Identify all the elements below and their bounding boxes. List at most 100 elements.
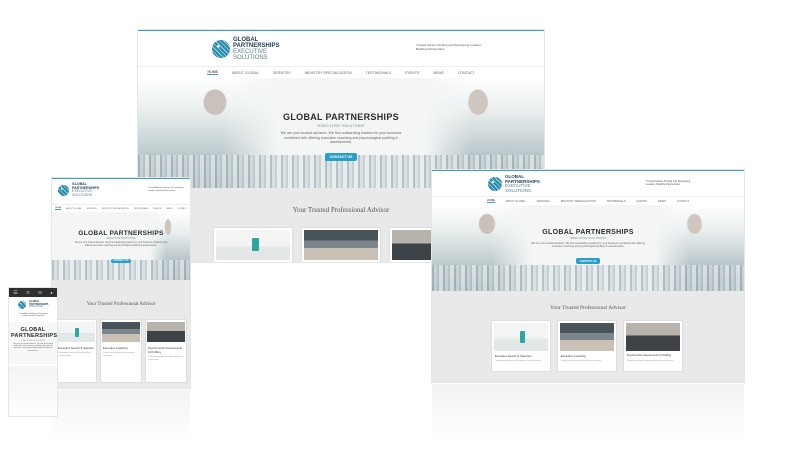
service-card-search[interactable]: Executive Search & Selection Outstanding… [492,321,550,371]
logo-text: GLOBAL PARTNERSHIPS EXECUTIVE SOLUTIONS [505,174,540,193]
brand-line4: SOLUTIONS [233,55,268,61]
nav-events[interactable]: EVENTS [153,208,161,210]
card-title: Executive Coaching [560,354,586,358]
site-logo[interactable]: GLOBAL PARTNERSHIPS EXECUTIVE [18,301,48,309]
service-cards [214,228,468,262]
desktop-reflection [432,384,744,444]
hero-copy: GLOBAL PARTNERSHIPS EXECUTIVE SOLUTIONS … [530,229,646,267]
menu-icon[interactable]: ☰ [13,290,17,296]
nav-home[interactable]: HOME [207,70,218,75]
site-logo[interactable]: GLOBAL PARTNERSHIPS EXECUTIVE SOLUTIONS [488,174,540,193]
nav-industry[interactable]: INDUSTRY SPECIALIZATION [102,208,129,210]
tablet-reflection [52,390,190,440]
phone-icon[interactable]: ✆ [26,290,29,295]
hero-banner: GLOBAL PARTNERSHIPS EXECUTIVE SOLUTIONS … [432,205,744,291]
nav-services[interactable]: SERVICES [273,71,291,75]
nav-contact[interactable]: CONTACT [177,208,187,210]
group-image [625,323,681,351]
service-card-search[interactable] [214,228,292,262]
site-logo[interactable]: GLOBAL PARTNERSHIPS EXECUTIVE SOLUTIONS [58,182,99,197]
card-title: Executive Search & Selection [494,354,532,358]
hero-body: We are your trusted advisors. We find ou… [13,342,53,352]
logo-text: GLOBAL PARTNERSHIPS EXECUTIVE SOLUTIONS [233,37,280,61]
hero-title: GLOBAL PARTNERSHIPS [11,327,57,339]
hero-subtitle: EXECUTIVE SOLUTIONS [106,237,136,240]
site-logo[interactable]: GLOBAL PARTNERSHIPS EXECUTIVE SOLUTIONS [212,37,280,61]
services-section: Your Trusted Professional Advisor Execut… [52,280,190,388]
hero-title: GLOBAL PARTNERSHIPS [78,230,164,237]
contact-us-button[interactable]: CONTACT US [324,153,358,162]
nav-testimonials[interactable]: TESTIMONIALS [134,208,149,210]
chairs-image [493,323,549,351]
nav-services[interactable]: SERVICES [87,208,97,210]
globe-logo-icon [58,184,69,196]
card-text: Unlock your potential with executive coa… [103,352,135,357]
hero-body: We are your trusted advisors. We find ou… [280,131,402,145]
hero-copy: GLOBAL PARTNERSHIPS EXECUTIVE SOLUTIONS … [11,327,57,352]
nav-news[interactable]: NEWS [166,208,172,210]
card-title: Psychometric Assessments & Profiling [626,354,671,357]
nav-about[interactable]: ABOUT GLOBAL [506,200,526,203]
globe-logo-icon [212,40,230,58]
nav-contact[interactable]: CONTACT [677,200,689,203]
nav-news[interactable]: NEWS [658,200,666,203]
service-card-coaching[interactable] [302,228,380,262]
hero-copy: GLOBAL PARTNERSHIPS EXECUTIVE SOLUTIONS … [72,230,170,266]
nav-about[interactable]: ABOUT GLOBAL [66,208,81,210]
hero-subtitle: EXECUTIVE SOLUTIONS [317,123,365,128]
card-text: Insight into people through profiling an… [148,356,184,361]
phone-preview: ☰ ✆ ✉ ● GLOBAL PARTNERSHIPS EXECUTIVE Tr… [9,288,57,416]
globe-logo-icon [18,301,26,309]
nav-services[interactable]: SERVICES [537,200,550,203]
nav-events[interactable]: EVENTS [637,200,647,203]
mail-icon[interactable]: ✉ [38,290,41,295]
logo-text: GLOBAL PARTNERSHIPS EXECUTIVE SOLUTIONS [72,182,99,197]
hero-copy: GLOBAL PARTNERSHIPS EXECUTIVE SOLUTIONS … [276,112,406,163]
brand-line3: EXECUTIVE [29,305,44,309]
hero-banner: GLOBAL PARTNERSHIPS EXECUTIVE SOLUTIONS … [9,322,57,364]
header-tagline: Trusted Advisor Finding and Developing L… [18,314,48,317]
nav-testimonials[interactable]: TESTIMONIALS [366,71,392,75]
hero-title: GLOBAL PARTNERSHIPS [283,112,399,122]
chairs-image [57,322,95,343]
card-text: Unlock your potential with executive coa… [560,360,602,362]
contact-us-button[interactable]: CONTACT US [110,258,132,263]
meeting-image [102,322,140,343]
nav-about[interactable]: ABOUT GLOBAL [232,71,259,75]
nav-home[interactable]: HOME [486,199,495,203]
group-image [147,322,185,343]
meeting-image [559,323,615,351]
nav-home[interactable]: HOME [55,207,62,210]
nav-contact[interactable]: CONTACT [458,71,475,75]
hero-title: GLOBAL PARTNERSHIPS [542,229,634,236]
service-cards: Executive Search & Selection Outstanding… [492,321,682,371]
service-card-coaching[interactable]: Executive Coaching Unlock your potential… [558,321,616,371]
nav-industry[interactable]: INDUSTRY SPECIALIZATION [561,200,596,203]
tablet-preview: GLOBAL PARTNERSHIPS EXECUTIVE SOLUTIONS … [52,178,190,388]
nav-events[interactable]: EVENTS [405,71,419,75]
service-card-search[interactable]: Executive Search & Selection Outstanding… [56,320,96,382]
hero-body: We are your trusted advisors. We find ou… [74,242,168,247]
location-icon[interactable]: ● [50,290,52,295]
card-text: Outstanding leaders will be identified a… [58,352,91,357]
section-title: Your Trusted Professional Advisor [550,305,626,311]
header-tagline: Trusted Advisor Finding and Developing L… [646,180,691,187]
hero-body: We are your trusted advisors. We find ou… [531,242,645,249]
phone-menu-bar: ☰ ✆ ✉ ● [9,288,57,297]
service-card-profiling[interactable]: Psychometric Assessments & Profiling Ins… [146,320,186,382]
nav-news[interactable]: NEWS [433,71,444,75]
card-text: Outstanding leaders will be identified a… [494,360,542,362]
hero-banner: GLOBAL PARTNERSHIPS EXECUTIVE SOLUTIONS … [52,212,190,280]
section-title: Your Trusted Professional Advisor [86,302,156,307]
site-header: GLOBAL PARTNERSHIPS EXECUTIVE SOLUTIONS … [432,171,744,195]
phone-fade [9,366,57,416]
nav-industry[interactable]: INDUSTRY SPECIALIZATION [305,71,352,75]
contact-us-button[interactable]: CONTACT US [575,258,601,265]
service-card-profiling[interactable]: Psychometric Assessments & Profiling Ins… [624,321,682,371]
hero-subtitle: EXECUTIVE SOLUTIONS [21,339,45,342]
card-title: Executive Search & Selection [58,346,94,350]
site-header: GLOBAL PARTNERSHIPS EXECUTIVE SOLUTIONS … [52,179,190,203]
service-card-coaching[interactable]: Executive Coaching Unlock your potential… [101,320,141,382]
meeting-image [304,229,378,260]
nav-testimonials[interactable]: TESTIMONIALS [607,200,626,203]
